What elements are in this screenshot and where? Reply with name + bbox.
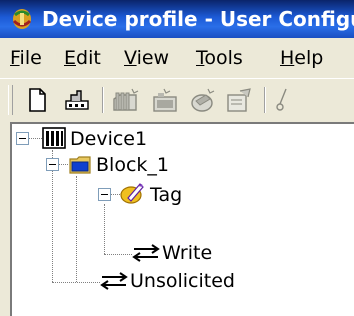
toolbar: [0, 78, 354, 119]
tree-connector: [110, 194, 120, 195]
collapse-block-icon[interactable]: [46, 158, 59, 171]
collapse-device-icon[interactable]: [16, 132, 29, 145]
exchange-arrows-icon: [132, 244, 160, 262]
menu-help[interactable]: Help: [280, 47, 323, 69]
menu-edit[interactable]: Edit: [64, 47, 101, 69]
menu-file[interactable]: File: [10, 47, 42, 69]
tree-connector: [104, 204, 105, 254]
tree-connector: [28, 138, 42, 139]
add-block-icon[interactable]: [110, 85, 140, 115]
block-folder-icon: [69, 156, 91, 174]
menu-view[interactable]: View: [124, 47, 169, 69]
window-title: Device profile - User Configuration: [42, 7, 354, 31]
tag-icon: [120, 183, 144, 204]
properties-icon[interactable]: [224, 85, 254, 115]
cut-icon[interactable]: [272, 85, 302, 115]
collapse-tag-icon[interactable]: [98, 188, 111, 201]
add-tag-icon[interactable]: [150, 85, 180, 115]
toolbar-separator: [264, 87, 266, 113]
device-rack-icon: [42, 127, 66, 149]
add-write-icon[interactable]: [188, 85, 218, 115]
tree-connector: [104, 254, 132, 255]
application-window: Device profile - User Configuration File…: [0, 0, 354, 316]
tree-connector: [76, 176, 77, 282]
toolbar-grip[interactable]: [8, 85, 13, 115]
menu-tools[interactable]: Tools: [196, 47, 243, 69]
menu-bar: File Edit View Tools Help: [0, 38, 354, 78]
new-file-icon[interactable]: [22, 85, 52, 115]
connect-icon[interactable]: [62, 85, 92, 115]
exchange-arrows-icon: [100, 272, 128, 290]
app-icon: [12, 9, 32, 29]
tree-connector: [58, 164, 68, 165]
tree-item-write[interactable]: Write: [162, 242, 212, 264]
device-tree[interactable]: Device1 Block_1 Tag Write Unsolicited: [10, 122, 354, 316]
tree-item-unsolicited[interactable]: Unsolicited: [130, 270, 235, 292]
tree-item-block1[interactable]: Block_1: [96, 154, 169, 176]
title-bar[interactable]: Device profile - User Configuration: [0, 0, 354, 38]
tree-item-device1[interactable]: Device1: [70, 128, 147, 150]
tree-item-tag[interactable]: Tag: [150, 184, 182, 206]
toolbar-separator: [102, 87, 104, 113]
tree-connector: [52, 282, 100, 283]
